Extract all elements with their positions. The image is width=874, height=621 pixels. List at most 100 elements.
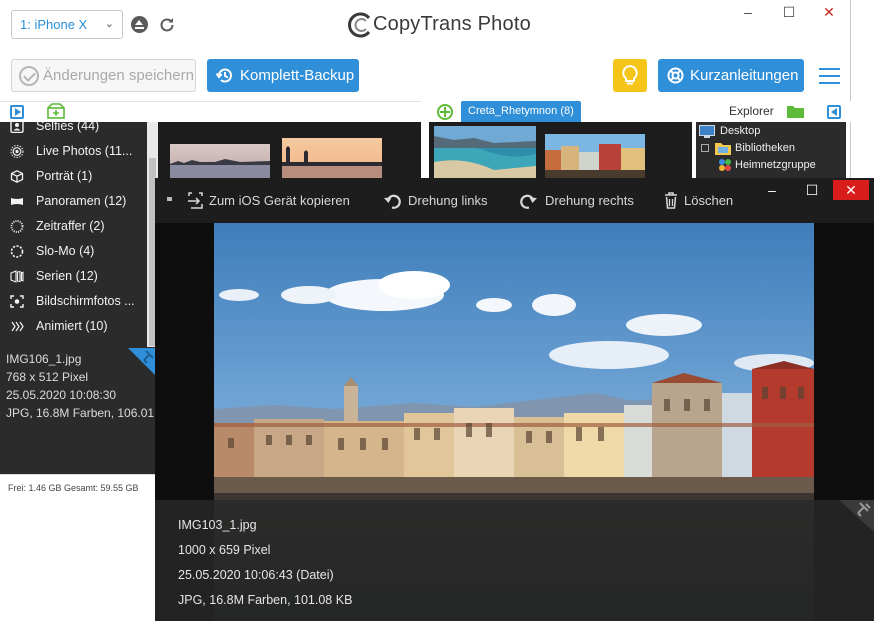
info-filename: IMG106_1.jpg [6,352,82,366]
close-button[interactable]: ✕ [810,2,848,22]
photo-thumbnail[interactable] [434,126,536,178]
viewer-minimize-button[interactable]: – [754,180,790,200]
album-item-label: Panoramen (12) [36,194,127,208]
album-item-label: Live Photos (11... [36,144,133,158]
album-item-label: Slo-Mo (4) [36,244,95,258]
tree-item-libraries[interactable]: Bibliotheken [701,140,795,157]
device-photo-grid [158,122,421,178]
library-folder-icon [715,143,731,155]
homegroup-icon [719,159,731,171]
rotate-left-button[interactable]: Drehung links [383,192,493,210]
folder-icon[interactable] [787,104,804,118]
tree-item-label: Heimnetzgruppe [735,159,816,171]
info-date: 25.05.2020 10:08:30 [6,388,117,402]
device-select[interactable]: 1: iPhone X ⌄ [11,10,123,39]
animated-icon [11,321,24,332]
photo-thumbnail[interactable] [170,144,270,178]
cube-icon [10,170,24,183]
explorer-label: Explorer [729,104,774,118]
storage-status: Frei: 1.46 GB Gesamt: 59.55 GB [0,474,158,500]
screenshot-icon [10,295,24,308]
lightbulb-icon [622,64,638,85]
info-filename: IMG103_1.jpg [178,518,257,532]
refresh-icon[interactable] [157,15,177,35]
viewer-close-button[interactable]: ✕ [833,180,869,200]
album-item-slomo[interactable]: Slo-Mo (4) [0,239,147,264]
quick-guides-button[interactable]: Kurzanleitungen [658,59,804,92]
delete-button[interactable]: Löschen [664,192,744,210]
toolbar: Änderungen speichern Komplett-Backup Kur… [0,52,851,98]
info-date: 25.05.2020 10:06:43 (Datei) [178,568,334,582]
album-sidebar: Selfies (44) Live Photos (11... Porträt … [0,122,158,500]
eject-icon[interactable] [131,16,148,33]
tree-item-homegroup[interactable]: Heimnetzgruppe [704,157,816,174]
rotate-right-button[interactable]: Drehung rechts [519,192,639,210]
live-photo-icon [10,145,24,158]
album-item-label: Zeitraffer (2) [36,219,105,233]
expand-toggle-icon[interactable] [701,144,709,152]
title-bar: 1: iPhone X ⌄ CopyTrans Photo – ☐ ✕ [0,0,851,48]
rotate-right-label: Drehung rechts [545,193,634,208]
album-item-selfies[interactable]: Selfies (44) [0,122,147,139]
album-item-panoramas[interactable]: Panoramen (12) [0,189,147,214]
app-title: CopyTrans Photo [373,13,531,35]
info-format: JPG, 16.8M Farben, 101.08 KB [178,593,353,607]
burst-icon [10,270,24,283]
info-dimensions: 1000 x 659 Pixel [178,543,271,557]
expand-left-icon[interactable] [10,105,24,119]
collapse-right-icon[interactable] [827,105,841,119]
album-item-animated[interactable]: Animiert (10) [0,314,147,339]
delete-label: Löschen [684,193,734,208]
viewer-toolbar: Zum iOS Gerät kopieren Drehung links Dre… [155,178,874,223]
tree-item-desktop[interactable]: Desktop [699,123,760,140]
album-item-label: Selfies (44) [36,122,100,133]
desktop-icon [699,125,715,138]
portrait-icon [10,122,24,133]
save-changes-button[interactable]: Änderungen speichern [11,59,196,92]
add-album-icon[interactable] [47,103,65,119]
selected-photo-info: IMG106_1.jpg 768 x 512 Pixel 25.05.2020 … [0,350,158,422]
album-item-label: Serien (12) [36,269,98,283]
copy-to-ios-button[interactable]: Zum iOS Gerät kopieren [187,192,357,210]
panorama-icon [11,198,23,205]
full-backup-label: Komplett-Backup [240,67,355,84]
rotate-left-icon [384,194,401,209]
rotate-left-label: Drehung links [408,193,488,208]
album-item-bursts[interactable]: Serien (12) [0,264,147,289]
copy-to-device-icon [188,192,203,209]
copy-to-ios-label: Zum iOS Gerät kopieren [209,193,350,208]
explorer-tree: Desktop Bibliotheken Heimnetzgruppe [696,122,846,178]
album-item-screenshots[interactable]: Bildschirmfotos ... [0,289,147,314]
pc-photo-grid [429,122,692,178]
album-tab[interactable]: Creta_Rhetymnon (8) [461,101,581,122]
logo-c-icon [348,12,371,38]
rotate-right-icon [520,194,537,209]
viewer-maximize-button[interactable]: ☐ [794,180,830,200]
album-item-label: Bildschirmfotos ... [36,294,135,308]
minimize-button[interactable]: – [729,2,767,22]
window-icon [167,197,172,201]
chevron-down-icon: ⌄ [104,18,114,30]
quick-guides-label: Kurzanleitungen [690,67,799,84]
album-item-live-photos[interactable]: Live Photos (11... [0,139,147,164]
album-item-timelapse[interactable]: Zeitraffer (2) [0,214,147,239]
tree-item-label: Desktop [720,125,761,137]
check-circle-icon [19,66,39,86]
photo-display: IMG103_1.jpg 1000 x 659 Pixel 25.05.2020… [155,223,874,621]
tips-button[interactable] [613,59,647,92]
album-item-portrait[interactable]: Porträt (1) [0,164,147,189]
album-item-label: Animiert (10) [36,319,108,333]
pin-icon[interactable] [839,500,874,532]
menu-icon[interactable] [819,68,840,84]
save-changes-label: Änderungen speichern [43,67,194,84]
maximize-button[interactable]: ☐ [770,2,808,22]
full-backup-button[interactable]: Komplett-Backup [207,59,359,92]
photo-thumbnail[interactable] [545,134,645,178]
tree-item-label: Bibliotheken [735,142,795,154]
album-item-label: Porträt (1) [36,169,93,183]
timelapse-icon [10,220,24,233]
info-dimensions: 768 x 512 Pixel [6,370,89,384]
photo-thumbnail[interactable] [282,138,382,178]
add-photos-icon[interactable] [437,104,453,120]
device-select-value: 1: iPhone X [20,17,88,32]
